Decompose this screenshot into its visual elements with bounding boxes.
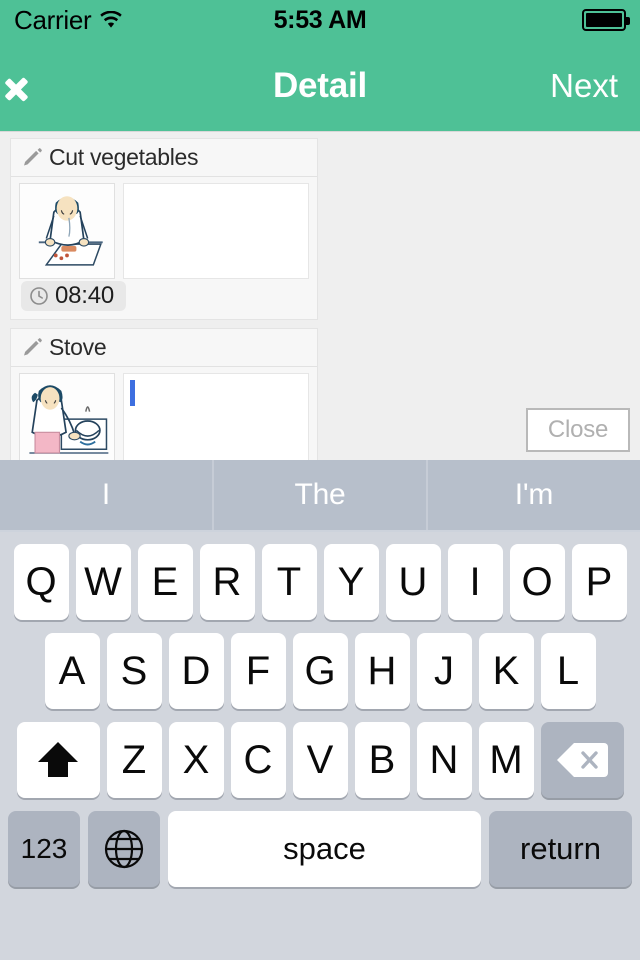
return-key[interactable]: return	[489, 811, 632, 887]
card-body	[11, 177, 317, 279]
time-value: 08:40	[55, 282, 115, 309]
card-header: Cut vegetables	[11, 139, 317, 177]
suggestion-item[interactable]: I	[0, 460, 214, 530]
text-caret	[130, 380, 135, 406]
backspace-icon	[556, 741, 608, 779]
numeric-key[interactable]: 123	[8, 811, 80, 887]
shift-key[interactable]	[16, 722, 100, 798]
suggestion-item[interactable]: I'm	[428, 460, 640, 530]
task-card[interactable]: Stove	[10, 328, 318, 462]
key-s[interactable]: S	[106, 633, 162, 709]
keyboard-row-2: A S D F G H J K L	[0, 633, 640, 709]
key-l[interactable]: L	[540, 633, 596, 709]
status-bar-clock: 5:53 AM	[273, 5, 367, 34]
key-i[interactable]: I	[447, 544, 503, 620]
autocorrect-suggestion-bar[interactable]: I The I'm	[0, 460, 640, 532]
key-v[interactable]: V	[292, 722, 348, 798]
status-bar-right	[582, 9, 630, 31]
page-title: Detail	[272, 65, 368, 105]
on-screen-keyboard[interactable]: I The I'm Q W E R T Y U I O P A S D F G …	[0, 460, 640, 960]
key-k[interactable]: K	[478, 633, 534, 709]
keyboard-row-1: Q W E R T Y U I O P	[0, 544, 640, 620]
space-key[interactable]: space	[168, 811, 481, 887]
task-note-field[interactable]	[123, 183, 309, 279]
card-title: Stove	[49, 334, 107, 360]
pencil-icon[interactable]	[21, 337, 43, 359]
backspace-key[interactable]	[540, 722, 624, 798]
close-button[interactable]: Close	[526, 408, 630, 452]
battery-icon	[582, 9, 630, 31]
key-p[interactable]: P	[571, 544, 627, 620]
clock-icon	[29, 286, 49, 306]
card-header: Stove	[11, 329, 317, 367]
task-note-field[interactable]	[123, 373, 309, 462]
task-card[interactable]: Cut vegetables 08:40	[10, 138, 318, 320]
task-thumbnail[interactable]	[19, 183, 115, 279]
globe-icon	[102, 827, 146, 871]
key-h[interactable]: H	[354, 633, 410, 709]
key-u[interactable]: U	[385, 544, 441, 620]
key-a[interactable]: A	[44, 633, 100, 709]
card-title: Cut vegetables	[49, 144, 199, 170]
key-t[interactable]: T	[261, 544, 317, 620]
key-j[interactable]: J	[416, 633, 472, 709]
key-o[interactable]: O	[509, 544, 565, 620]
key-b[interactable]: B	[354, 722, 410, 798]
key-d[interactable]: D	[168, 633, 224, 709]
next-button[interactable]: Next	[550, 67, 618, 105]
key-w[interactable]: W	[75, 544, 131, 620]
key-g[interactable]: G	[292, 633, 348, 709]
key-r[interactable]: R	[199, 544, 255, 620]
status-bar: Carrier 5:53 AM	[0, 0, 640, 40]
keyboard-row-3: Z X C V B N M	[0, 722, 640, 798]
time-badge[interactable]: 08:40	[21, 281, 127, 311]
key-z[interactable]: Z	[106, 722, 162, 798]
key-y[interactable]: Y	[323, 544, 379, 620]
key-f[interactable]: F	[230, 633, 286, 709]
task-thumbnail[interactable]	[19, 373, 115, 462]
key-e[interactable]: E	[137, 544, 193, 620]
card-body	[11, 367, 317, 462]
key-n[interactable]: N	[416, 722, 472, 798]
shift-arrow-icon	[35, 737, 81, 783]
suggestion-item[interactable]: The	[214, 460, 428, 530]
key-c[interactable]: C	[230, 722, 286, 798]
key-m[interactable]: M	[478, 722, 534, 798]
key-x[interactable]: X	[168, 722, 224, 798]
pencil-icon[interactable]	[21, 147, 43, 169]
globe-key[interactable]	[88, 811, 160, 887]
battery-fill	[586, 13, 622, 27]
key-q[interactable]: Q	[13, 544, 69, 620]
navigation-bar: Detail Next	[0, 40, 640, 132]
keyboard-row-4: 123 space return	[0, 811, 640, 887]
